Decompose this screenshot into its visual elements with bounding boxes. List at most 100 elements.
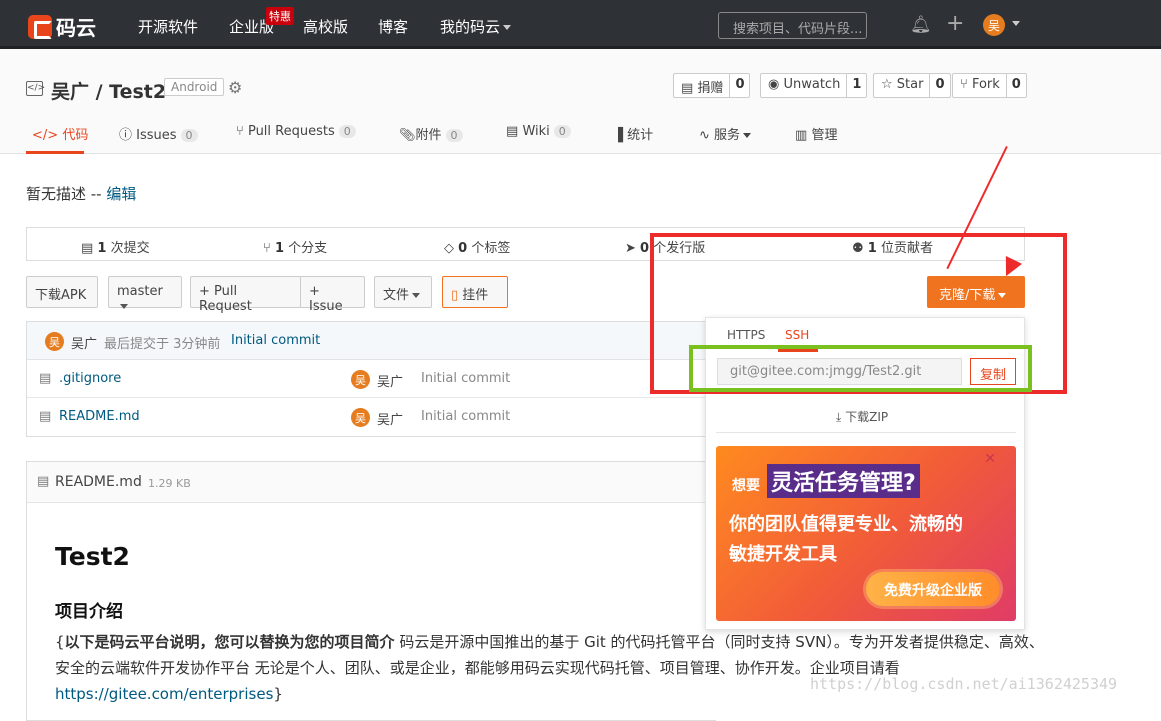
- bell-icon[interactable]: 🔔︎: [910, 15, 932, 35]
- fork-button[interactable]: ⑂ Fork 0: [952, 73, 1027, 98]
- commit-author[interactable]: 吴广: [71, 333, 97, 352]
- pull-request-button[interactable]: + Pull Request: [190, 276, 301, 314]
- stat-commits-label: 次提交: [110, 241, 150, 256]
- tab-issues-count: 0: [180, 129, 198, 142]
- logo-icon: [28, 14, 52, 39]
- avatar[interactable]: 吴: [351, 370, 370, 389]
- tab-services-label: 服务: [714, 128, 741, 143]
- nav-my-gitee[interactable]: 我的码云: [440, 16, 512, 37]
- table-row[interactable]: ▤ README.md 吴 吴广 Initial commit: [27, 398, 716, 436]
- issue-icon: ⓘ: [119, 128, 133, 143]
- file-list: 吴 吴广 最后提交于 3分钟前 Initial commit ▤ .gitign…: [26, 321, 716, 437]
- tab-wiki[interactable]: ▤ Wiki 0: [506, 124, 571, 139]
- tab-pull-requests[interactable]: ⑂ Pull Requests 0: [236, 124, 356, 139]
- enterprise-link[interactable]: https://gitee.com/enterprises: [55, 685, 273, 703]
- unwatch-text: Unwatch: [783, 77, 841, 92]
- readme-section-heading: 项目介绍: [55, 602, 123, 622]
- banner-highlight: 灵活任务管理?: [767, 464, 920, 498]
- certificate-icon[interactable]: ⚙: [228, 78, 242, 97]
- description-text: 暂无描述 --: [26, 185, 107, 203]
- star-text: Star: [896, 77, 924, 92]
- file-author[interactable]: 吴广: [377, 409, 403, 428]
- tab-services[interactable]: ∿ 服务: [699, 124, 752, 143]
- nav-blog[interactable]: 博客: [378, 16, 408, 37]
- language-tag[interactable]: Android: [164, 78, 225, 96]
- unwatch-count: 1: [852, 77, 862, 92]
- avatar[interactable]: 吴: [45, 332, 64, 351]
- unwatch-button[interactable]: ◉ Unwatch 1: [760, 73, 868, 98]
- tab-attachments-count: 0: [445, 129, 463, 142]
- tab-stats[interactable]: ▐ 统计: [613, 124, 653, 143]
- bar-chart-icon: ▐: [613, 128, 623, 143]
- commit-time: 最后提交于 3分钟前: [104, 337, 221, 352]
- readme-filename: README.md: [55, 474, 142, 490]
- tab-attachments-label: 附件: [415, 128, 442, 143]
- chevron-down-icon: [503, 25, 512, 30]
- tab-pr-label: Pull Requests: [247, 124, 335, 139]
- file-menu-button[interactable]: 文件: [374, 276, 432, 308]
- tab-attachments[interactable]: 📎︎附件 0: [399, 124, 463, 143]
- donate-count: 0: [735, 77, 745, 92]
- widget-button[interactable]: ▯ 挂件: [442, 276, 508, 308]
- file-commit-message[interactable]: Initial commit: [421, 371, 510, 386]
- tab-code[interactable]: </> 代码: [32, 124, 88, 143]
- branch-label: master: [117, 284, 163, 299]
- tab-manage[interactable]: ▥ 管理: [795, 124, 837, 143]
- code-icon: </>: [32, 128, 59, 143]
- issue-button[interactable]: + Issue: [300, 276, 365, 314]
- file-label: 文件: [383, 288, 410, 303]
- readme-bold-text: 以下是码云平台说明，您可以替换为您的项目简介: [64, 633, 395, 651]
- tab-issues[interactable]: ⓘ Issues 0: [119, 124, 198, 143]
- star-label: ☆ Star: [874, 74, 931, 97]
- pulse-icon: ∿: [699, 128, 710, 143]
- chevron-down-icon: [120, 304, 128, 309]
- chevron-down-icon: [412, 293, 421, 298]
- user-avatar[interactable]: 吴: [983, 14, 1005, 36]
- nav-open-source[interactable]: 开源软件: [138, 16, 198, 37]
- latest-commit-row: 吴 吴广 最后提交于 3分钟前 Initial commit: [27, 322, 716, 360]
- branch-select[interactable]: master: [108, 276, 182, 309]
- stat-tags[interactable]: ◇ 0 个标签: [444, 237, 510, 256]
- readme-header: ▤ README.md 1.29 KB: [27, 462, 716, 503]
- widget-label: 挂件: [462, 288, 489, 303]
- file-name[interactable]: README.md: [59, 409, 140, 424]
- table-row[interactable]: ▤ .gitignore 吴 吴广 Initial commit: [27, 360, 716, 398]
- stat-commits[interactable]: ▤ 1 次提交: [81, 237, 150, 256]
- enterprise-promo-banner[interactable]: ✕ 想要 灵活任务管理? 你的团队值得更专业、流畅的 敏捷开发工具 免费升级企业…: [716, 446, 1016, 621]
- star-count: 0: [935, 77, 945, 92]
- download-zip-label: 下载ZIP: [845, 410, 889, 424]
- unwatch-label: ◉ Unwatch: [761, 74, 848, 97]
- download-icon: ⤓: [836, 410, 842, 424]
- download-zip-link[interactable]: ⤓ 下载ZIP: [836, 408, 888, 425]
- tab-pr-count: 0: [338, 125, 356, 138]
- readme-size: 1.29 KB: [148, 477, 191, 490]
- readme-panel: ▤ README.md 1.29 KB Test2 项目介绍 {以下是码云平台说…: [26, 461, 1044, 721]
- nav-university[interactable]: 高校版: [303, 16, 348, 37]
- download-apk-button[interactable]: 下载APK: [26, 276, 98, 308]
- stat-branches-label: 个分支: [288, 241, 328, 256]
- file-name[interactable]: .gitignore: [59, 371, 121, 386]
- tab-issues-label: Issues: [136, 128, 177, 143]
- file-commit-message[interactable]: Initial commit: [421, 409, 510, 424]
- file-author[interactable]: 吴广: [377, 371, 403, 390]
- stat-branches[interactable]: ⑂ 1 个分支: [263, 237, 327, 256]
- file-icon: ▤: [39, 371, 52, 386]
- donate-button[interactable]: ▤ 捐赠 0: [673, 73, 751, 98]
- stat-branches-num: 1: [274, 241, 284, 256]
- chevron-down-icon[interactable]: [1012, 21, 1020, 26]
- edit-description-link[interactable]: 编辑: [106, 185, 136, 203]
- upgrade-enterprise-button[interactable]: 免费升级企业版: [866, 572, 1000, 606]
- plus-icon[interactable]: +: [946, 11, 964, 36]
- star-button[interactable]: ☆ Star 0: [873, 73, 951, 98]
- tab-stats-label: 统计: [627, 128, 654, 143]
- banner-line1: 你的团队值得更专业、流畅的: [729, 514, 963, 535]
- gitee-logo[interactable]: 码云: [28, 12, 96, 41]
- repo-title[interactable]: 吴广 / Test2: [51, 77, 166, 104]
- fork-text: Fork: [971, 77, 1000, 92]
- avatar[interactable]: 吴: [351, 408, 370, 427]
- logo-text: 码云: [56, 16, 96, 40]
- commit-message[interactable]: Initial commit: [231, 333, 320, 348]
- search-input[interactable]: 搜索项目、代码片段...: [718, 12, 867, 39]
- close-icon[interactable]: ✕: [984, 451, 996, 467]
- green-annotation-box: [689, 345, 1032, 392]
